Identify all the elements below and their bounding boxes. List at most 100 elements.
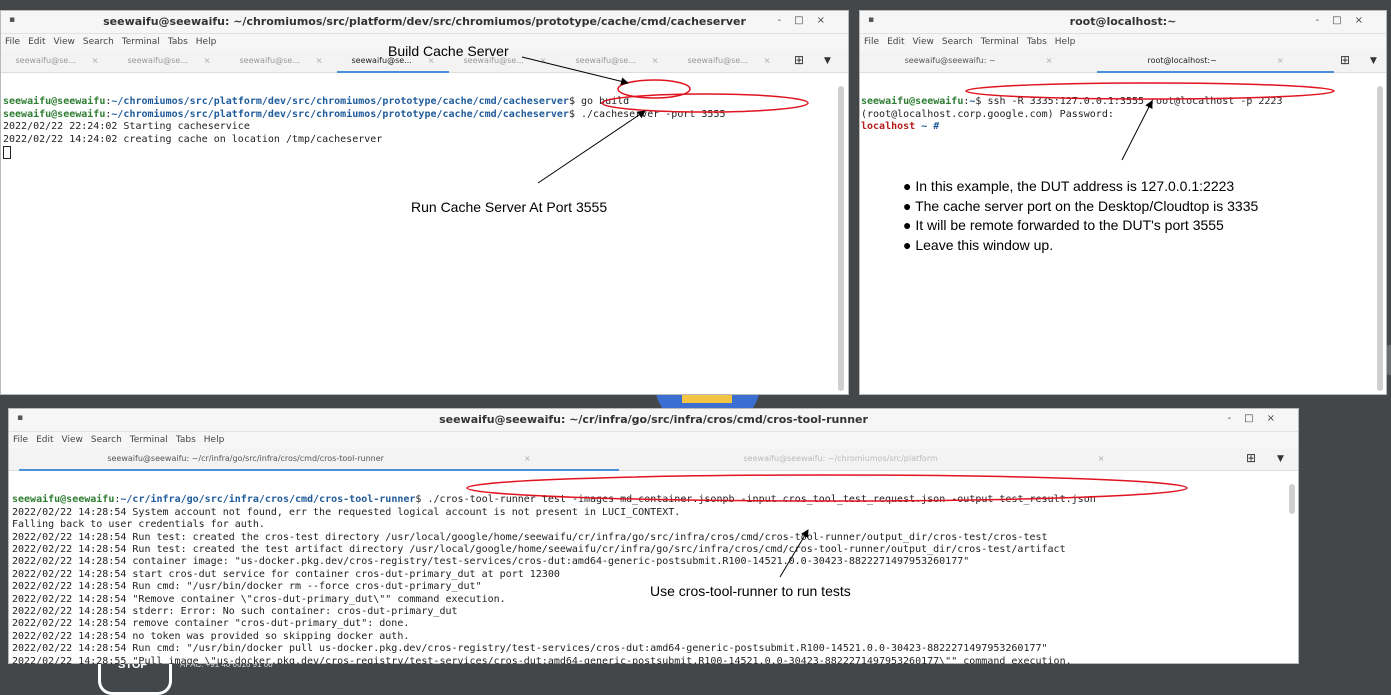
terminal-output[interactable]: seewaifu@seewaifu:~/chromiumos/src/platf… <box>3 84 835 384</box>
output-line: 2022/02/22 14:28:54 remove container "cr… <box>12 618 410 630</box>
prompt-line: seewaifu@seewaifu:~/chromiumos/src/platf… <box>3 96 630 108</box>
close-icon[interactable]: × <box>1355 15 1376 26</box>
menu-view[interactable]: View <box>913 37 934 47</box>
minimize-icon[interactable]: - <box>1228 413 1245 424</box>
chevron-down-icon[interactable]: ▼ <box>1277 454 1284 464</box>
output-line: 2022/02/22 14:28:54 Run cmd: "/usr/bin/d… <box>12 643 1048 655</box>
tab-7[interactable]: seewaifu@se... × <box>673 51 785 71</box>
output-line: 2022/02/22 14:28:54 stderr: Error: No su… <box>12 606 458 618</box>
menu-search[interactable]: Search <box>942 37 973 47</box>
command-text: ./cros-tool-runner test -images md_conta… <box>427 494 1096 506</box>
menu-terminal[interactable]: Terminal <box>981 37 1019 47</box>
maximize-icon[interactable]: □ <box>1332 15 1354 26</box>
chevron-down-icon[interactable]: ▼ <box>1370 56 1377 66</box>
new-tab-icon[interactable]: ⊞ <box>1246 451 1256 465</box>
output-line: 2022/02/22 14:28:54 no token was provide… <box>12 630 410 642</box>
menu-view[interactable]: View <box>54 37 75 47</box>
note-item: ● Leave this window up. <box>903 236 1054 253</box>
close-tab-icon[interactable]: × <box>524 454 531 463</box>
close-tab-icon[interactable]: × <box>540 56 547 65</box>
command-text: ssh -R 3335:127.0.0.1:3555 root@localhos… <box>987 96 1283 108</box>
close-tab-icon[interactable]: × <box>1098 454 1105 463</box>
close-tab-icon[interactable]: × <box>1277 56 1284 65</box>
window-title: seewaifu@seewaifu: ~/cr/infra/go/src/inf… <box>439 413 868 426</box>
menu-tabs[interactable]: Tabs <box>176 435 196 445</box>
title-bar[interactable]: ▪ root@localhost:~ -□× <box>860 11 1386 34</box>
tab-6[interactable]: seewaifu@se... × <box>561 51 673 71</box>
chevron-down-icon[interactable]: ▼ <box>824 56 831 66</box>
scrollbar[interactable] <box>838 86 844 391</box>
close-tab-icon[interactable]: × <box>92 56 99 65</box>
tab-2[interactable]: seewaifu@seewaifu: ~/chromiumos/src/plat… <box>619 449 1229 469</box>
minimize-icon[interactable]: - <box>1316 15 1333 26</box>
tab-bar: seewaifu@seewaifu: ~/cr/infra/go/src/inf… <box>9 449 1298 471</box>
menu-help[interactable]: Help <box>204 435 225 445</box>
close-tab-icon[interactable]: × <box>316 56 323 65</box>
tab-1-active[interactable]: seewaifu@seewaifu: ~/cr/infra/go/src/inf… <box>19 449 619 471</box>
new-tab-icon[interactable]: ⊞ <box>794 53 804 67</box>
tab-1[interactable]: seewaifu@se... × <box>1 51 113 71</box>
close-icon[interactable]: × <box>817 15 838 26</box>
annotation-build-cache-server: Build Cache Server <box>388 43 509 59</box>
title-bar[interactable]: ▪ seewaifu@seewaifu: ~/chromiumos/src/pl… <box>1 11 848 34</box>
scrollbar[interactable] <box>1377 86 1383 391</box>
menu-edit[interactable]: Edit <box>36 435 53 445</box>
window-title: seewaifu@seewaifu: ~/chromiumos/src/plat… <box>103 15 746 28</box>
prompt-line: seewaifu@seewaifu:~/cr/infra/go/src/infr… <box>12 494 1096 506</box>
minimize-icon[interactable]: - <box>778 15 795 26</box>
close-icon[interactable]: × <box>1267 413 1288 424</box>
window-controls[interactable]: -□× <box>1228 413 1288 424</box>
tab-3[interactable]: seewaifu@se... × <box>225 51 337 71</box>
tab-2-active[interactable]: root@localhost:~ × <box>1097 51 1334 73</box>
menu-terminal[interactable]: Terminal <box>130 435 168 445</box>
maximize-icon[interactable]: □ <box>1244 413 1266 424</box>
scrollbar[interactable] <box>1289 484 1295 514</box>
tab-2[interactable]: seewaifu@se... × <box>113 51 225 71</box>
menu-file[interactable]: File <box>864 37 879 47</box>
window-controls[interactable]: -□× <box>1316 15 1376 26</box>
root-prompt-line: localhost ~ # <box>861 121 940 133</box>
menu-view[interactable]: View <box>62 435 83 445</box>
note-item: ● The cache server port on the Desktop/C… <box>903 197 1259 214</box>
ssh-notes: ● In this example, the DUT address is 12… <box>903 177 1258 255</box>
output-line: 2022/02/22 22:24:02 Starting cacheservic… <box>3 121 250 133</box>
close-tab-icon[interactable]: × <box>764 56 771 65</box>
menu-search[interactable]: Search <box>91 435 122 445</box>
output-line: 2022/02/22 14:28:54 start cros-dut servi… <box>12 568 560 580</box>
tab-1[interactable]: seewaifu@seewaifu: ~ × <box>860 51 1097 71</box>
output-line: 2022/02/22 14:28:54 "Remove container \"… <box>12 593 506 605</box>
output-line: Falling back to user credentials for aut… <box>12 519 265 531</box>
ssh-terminal-window[interactable]: ▪ root@localhost:~ -□× File Edit View Searc… <box>859 10 1387 395</box>
annotation-use-cros-tool-runner: Use cros-tool-runner to run tests <box>650 583 851 599</box>
close-tab-icon[interactable]: × <box>652 56 659 65</box>
menu-file[interactable]: File <box>13 435 28 445</box>
prompt-line: seewaifu@seewaifu:~/chromiumos/src/platf… <box>3 108 726 120</box>
close-tab-icon[interactable]: × <box>1046 56 1053 65</box>
menu-bar: File Edit View Search Terminal Tabs Help <box>860 34 1386 51</box>
menu-edit[interactable]: Edit <box>28 37 45 47</box>
menu-terminal[interactable]: Terminal <box>122 37 160 47</box>
output-line: 2022/02/22 14:28:54 Run test: created th… <box>12 531 1048 543</box>
terminal-output[interactable]: seewaifu@seewaifu:~/cr/infra/go/src/infr… <box>12 482 1284 664</box>
cros-tool-runner-terminal-window[interactable]: ▪ seewaifu@seewaifu: ~/cr/infra/go/src/i… <box>8 408 1299 664</box>
stop-sign-shape <box>98 662 172 695</box>
menu-file[interactable]: File <box>5 37 20 47</box>
maximize-icon[interactable]: □ <box>794 15 816 26</box>
command-text: ./cacheserver -port 3555 <box>581 108 726 120</box>
menu-help[interactable]: Help <box>1055 37 1076 47</box>
command-text: go build <box>581 96 630 108</box>
annotation-run-cache-server: Run Cache Server At Port 3555 <box>411 199 608 215</box>
window-controls[interactable]: -□× <box>778 15 838 26</box>
new-tab-icon[interactable]: ⊞ <box>1340 53 1350 67</box>
menu-search[interactable]: Search <box>83 37 114 47</box>
menu-tabs[interactable]: Tabs <box>1027 37 1047 47</box>
close-tab-icon[interactable]: × <box>204 56 211 65</box>
output-line: 2022/02/22 14:28:55 "Pull image \"us-doc… <box>12 655 1072 664</box>
menu-edit[interactable]: Edit <box>887 37 904 47</box>
menu-help[interactable]: Help <box>196 37 217 47</box>
output-line: 2022/02/22 14:28:54 Run cmd: "/usr/bin/d… <box>12 581 482 593</box>
window-title: root@localhost:~ <box>1069 15 1177 28</box>
title-bar[interactable]: ▪ seewaifu@seewaifu: ~/cr/infra/go/src/i… <box>9 409 1298 432</box>
menu-bar: File Edit View Search Terminal Tabs Help <box>9 432 1298 449</box>
menu-tabs[interactable]: Tabs <box>168 37 188 47</box>
